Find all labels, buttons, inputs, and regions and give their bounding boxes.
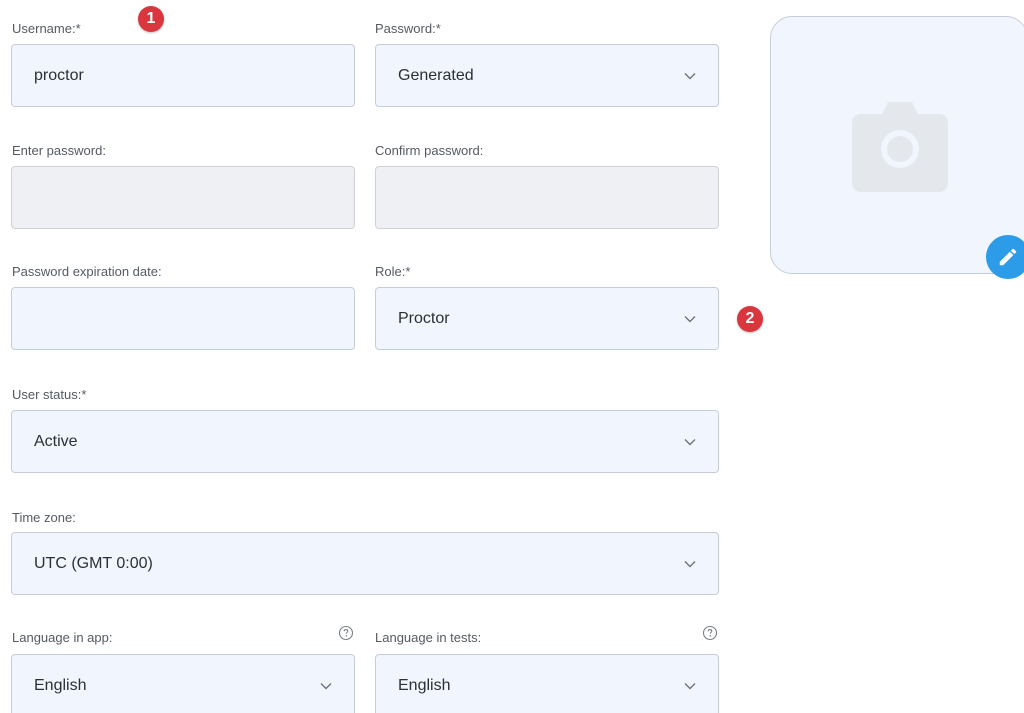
username-label: Username:* (12, 21, 81, 36)
password-label: Password:* (375, 21, 441, 36)
time-zone-select[interactable]: UTC (GMT 0:00) (11, 532, 719, 595)
confirm-password-label: Confirm password: (375, 143, 484, 158)
user-status-value: Active (34, 432, 78, 450)
pencil-icon (999, 248, 1017, 266)
password-select[interactable]: Generated (375, 44, 719, 107)
username-value: proctor (34, 66, 84, 84)
user-status-label: User status:* (12, 387, 87, 402)
expiration-date-field[interactable] (11, 287, 355, 350)
username-field[interactable]: proctor (11, 44, 355, 107)
chevron-down-icon (684, 560, 696, 567)
language-app-select[interactable]: English (11, 654, 355, 713)
annotation-badge-1: 1 (138, 6, 164, 32)
role-label: Role:* (375, 264, 411, 279)
time-zone-label: Time zone: (12, 510, 76, 525)
role-value: Proctor (398, 309, 450, 327)
enter-password-label: Enter password: (12, 143, 106, 158)
chevron-down-icon (320, 682, 332, 689)
camera-icon (852, 102, 948, 192)
chevron-down-icon (684, 315, 696, 322)
language-app-value: English (34, 676, 87, 694)
time-zone-value: UTC (GMT 0:00) (34, 554, 153, 572)
edit-avatar-button[interactable] (986, 235, 1024, 279)
question-circle-icon[interactable] (338, 625, 354, 641)
user-form-page: Username:* 1 proctor Password:* Generate… (0, 0, 1024, 713)
role-select[interactable]: Proctor (375, 287, 719, 350)
user-status-select[interactable]: Active (11, 410, 719, 473)
annotation-badge-2: 2 (737, 306, 763, 332)
language-tests-value: English (398, 676, 451, 694)
chevron-down-icon (684, 682, 696, 689)
question-circle-icon[interactable] (702, 625, 718, 641)
chevron-down-icon (684, 438, 696, 445)
chevron-down-icon (684, 72, 696, 79)
password-value: Generated (398, 66, 474, 84)
expiration-date-label: Password expiration date: (12, 264, 162, 279)
enter-password-field[interactable] (11, 166, 355, 229)
language-tests-label: Language in tests: (375, 630, 482, 645)
language-tests-select[interactable]: English (375, 654, 719, 713)
confirm-password-field[interactable] (375, 166, 719, 229)
language-app-label: Language in app: (12, 630, 113, 645)
